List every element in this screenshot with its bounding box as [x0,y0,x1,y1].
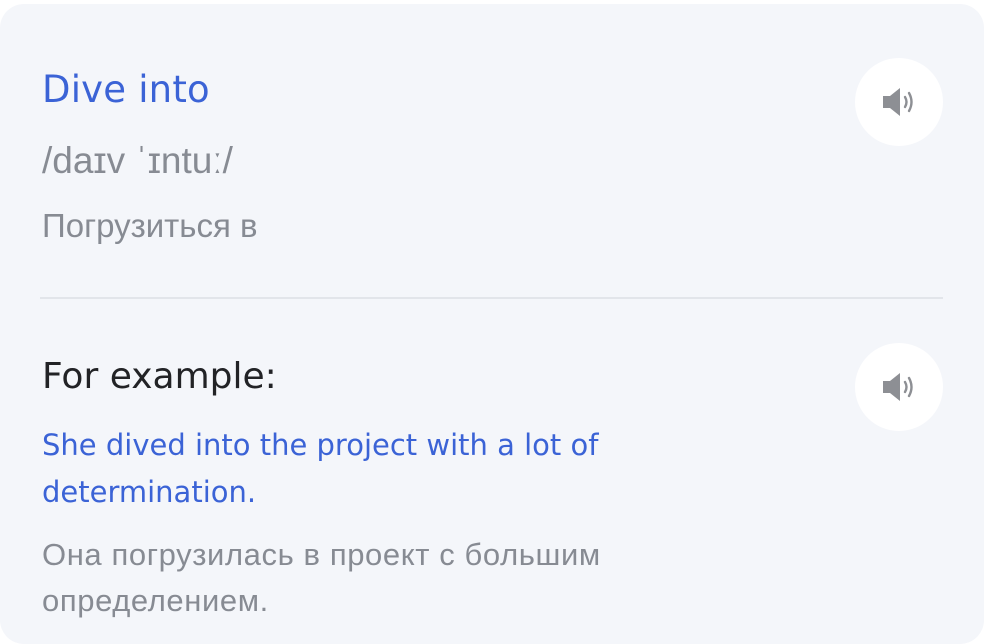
speaker-icon [883,373,913,401]
word-transcription: /daɪv ˈɪntuː/ [42,140,233,181]
word-translation: Погрузиться в [42,207,258,244]
play-word-audio-button[interactable] [855,58,943,146]
example-heading: For example: [42,356,277,397]
speaker-icon [883,88,913,116]
word-card: Dive into /daɪv ˈɪntuː/ Погрузиться в Fo… [0,4,984,644]
word-title: Dive into [42,68,210,111]
example-sentence: She dived into the project with a lot of… [42,428,599,509]
section-divider [40,297,943,299]
example-translation: Она погрузилась в проект с большим опред… [42,537,601,618]
play-example-audio-button[interactable] [855,343,943,431]
